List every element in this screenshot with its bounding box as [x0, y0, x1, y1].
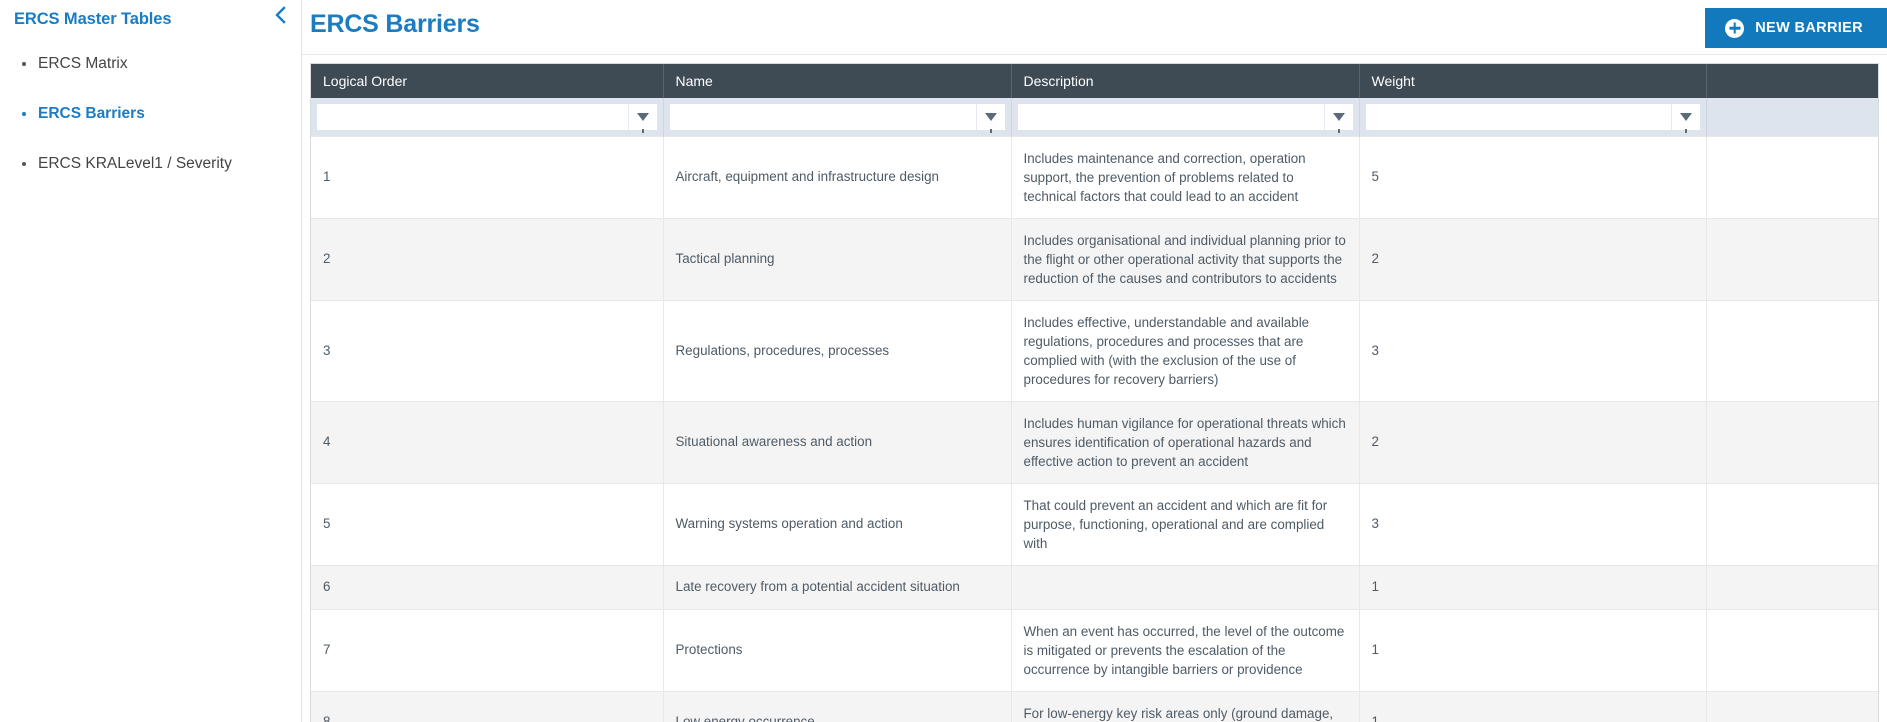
cell-name: Low energy occurrence: [663, 690, 1012, 722]
cell-name: Protections: [663, 608, 1012, 691]
sidebar-item-ercs-matrix[interactable]: ERCS Matrix: [22, 55, 301, 73]
filter-menu-button-weight[interactable]: [1670, 104, 1700, 133]
cell-weight: 5: [1359, 136, 1707, 219]
filter-funnel-icon: [636, 113, 649, 133]
filter-input-weight[interactable]: [1365, 104, 1671, 130]
cell-logical-order: 8: [311, 690, 664, 722]
cell-description: For low-energy key risk areas only (grou…: [1011, 690, 1360, 722]
cell-description: Includes effective, understandable and a…: [1011, 300, 1360, 402]
cell-name: Situational awareness and action: [663, 401, 1012, 484]
cell-logical-order: 6: [311, 565, 664, 609]
cell-name: Aircraft, equipment and infrastructure d…: [663, 136, 1012, 219]
table-row[interactable]: 2 Tactical planning Includes organisatio…: [311, 218, 1878, 301]
sidebar-item-label: ERCS Matrix: [38, 55, 128, 72]
app-root: ERCS Master Tables ERCS Matrix ERCS Barr…: [0, 0, 1887, 722]
cell-description: That could prevent an accident and which…: [1011, 483, 1360, 566]
cell-logical-order: 5: [311, 483, 664, 566]
filter-row: [311, 98, 1878, 137]
column-header-description[interactable]: Description: [1011, 64, 1360, 98]
table-row[interactable]: 3 Regulations, procedures, processes Inc…: [311, 300, 1878, 402]
cell-actions: [1706, 483, 1878, 566]
filter-input-description[interactable]: [1017, 104, 1324, 130]
table-header: Logical Order Name Description Weight: [311, 64, 1878, 98]
cell-weight: 1: [1359, 608, 1707, 691]
cell-weight: 3: [1359, 300, 1707, 402]
cell-actions: [1706, 300, 1878, 402]
table-header-row: Logical Order Name Description Weight: [311, 64, 1878, 98]
cell-weight: 3: [1359, 483, 1707, 566]
filter-funnel-icon: [984, 113, 997, 133]
cell-logical-order: 4: [311, 401, 664, 484]
filter-cell-actions: [1706, 98, 1878, 137]
filter-cell-description: [1011, 98, 1360, 137]
new-barrier-button-label: NEW BARRIER: [1755, 20, 1863, 36]
cell-description: [1011, 565, 1360, 609]
cell-logical-order: 2: [311, 218, 664, 301]
sidebar-nav-list: ERCS Matrix ERCS Barriers ERCS KRALevel1…: [0, 55, 301, 173]
table-row[interactable]: 6 Late recovery from a potential acciden…: [311, 565, 1878, 609]
filter-cell-name: [663, 98, 1012, 137]
barriers-table: Logical Order Name Description Weight 1 …: [311, 64, 1878, 722]
filter-menu-button-logical-order[interactable]: [627, 104, 657, 133]
filter-input-logical-order[interactable]: [317, 104, 628, 130]
cell-actions: [1706, 136, 1878, 219]
filter-funnel-icon: [1332, 113, 1345, 133]
table-row[interactable]: 7 Protections When an event has occurred…: [311, 608, 1878, 691]
sidebar-item-ercs-kralevel1-severity[interactable]: ERCS KRALevel1 / Severity: [22, 155, 301, 173]
cell-actions: [1706, 565, 1878, 609]
cell-logical-order: 1: [311, 136, 664, 219]
filter-funnel-icon: [1679, 113, 1692, 133]
cell-description: Includes organisational and individual p…: [1011, 218, 1360, 301]
filter-menu-button-name[interactable]: [975, 104, 1005, 133]
cell-actions: [1706, 608, 1878, 691]
cell-logical-order: 7: [311, 608, 664, 691]
column-header-logical-order[interactable]: Logical Order: [311, 64, 664, 98]
table-body: 1 Aircraft, equipment and infrastructure…: [311, 136, 1878, 722]
table-filter-section: [311, 98, 1878, 137]
cell-actions: [1706, 690, 1878, 722]
cell-description: Includes maintenance and correction, ope…: [1011, 136, 1360, 219]
cell-name: Tactical planning: [663, 218, 1012, 301]
table-row[interactable]: 8 Low energy occurrence For low-energy k…: [311, 690, 1878, 722]
barriers-grid: Logical Order Name Description Weight 1 …: [310, 63, 1879, 722]
table-row[interactable]: 5 Warning systems operation and action T…: [311, 483, 1878, 566]
column-header-weight[interactable]: Weight: [1359, 64, 1707, 98]
table-row[interactable]: 4 Situational awareness and action Inclu…: [311, 401, 1878, 484]
filter-input-name[interactable]: [669, 104, 976, 130]
chevron-left-icon: [273, 6, 287, 24]
new-barrier-button[interactable]: NEW BARRIER: [1705, 8, 1887, 48]
sidebar-item-label: ERCS KRALevel1 / Severity: [38, 155, 232, 172]
sidebar-title: ERCS Master Tables: [14, 10, 172, 28]
cell-weight: 2: [1359, 218, 1707, 301]
filter-cell-weight: [1359, 98, 1707, 137]
sidebar: ERCS Master Tables ERCS Matrix ERCS Barr…: [0, 0, 302, 722]
filter-cell-logical-order: [311, 98, 664, 137]
page-title: ERCS Barriers: [310, 10, 480, 38]
sidebar-collapse-button[interactable]: [269, 2, 291, 28]
cell-actions: [1706, 401, 1878, 484]
cell-description: When an event has occurred, the level of…: [1011, 608, 1360, 691]
sidebar-item-label: ERCS Barriers: [38, 105, 145, 122]
cell-weight: 1: [1359, 690, 1707, 722]
cell-name: Warning systems operation and action: [663, 483, 1012, 566]
main-content: ERCS Barriers NEW BARRIER Logical Order …: [302, 0, 1887, 722]
column-header-actions: [1706, 64, 1878, 98]
plus-circle-icon: [1725, 18, 1745, 38]
cell-name: Regulations, procedures, processes: [663, 300, 1012, 402]
cell-weight: 1: [1359, 565, 1707, 609]
table-row[interactable]: 1 Aircraft, equipment and infrastructure…: [311, 136, 1878, 219]
cell-logical-order: 3: [311, 300, 664, 402]
column-header-name[interactable]: Name: [663, 64, 1012, 98]
cell-weight: 2: [1359, 401, 1707, 484]
cell-name: Late recovery from a potential accident …: [663, 565, 1012, 609]
filter-menu-button-description[interactable]: [1323, 104, 1353, 133]
page-header: ERCS Barriers NEW BARRIER: [302, 0, 1887, 55]
sidebar-item-ercs-barriers[interactable]: ERCS Barriers: [22, 105, 301, 123]
cell-description: Includes human vigilance for operational…: [1011, 401, 1360, 484]
cell-actions: [1706, 218, 1878, 301]
